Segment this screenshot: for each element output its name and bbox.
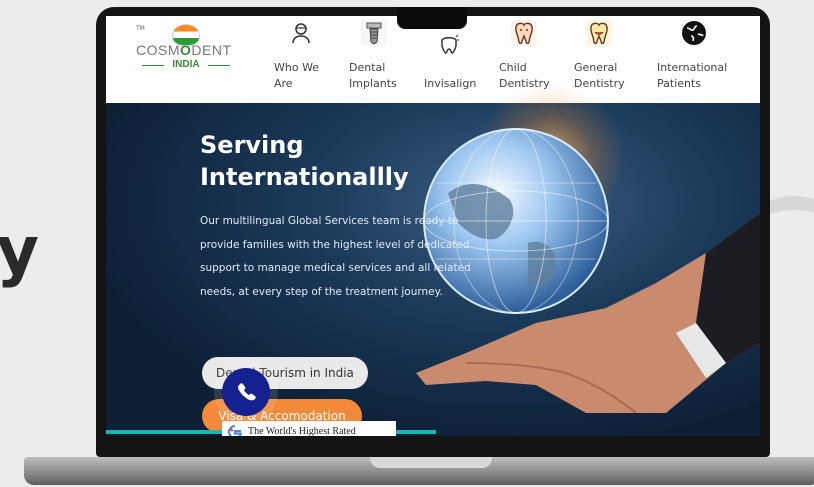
- child-tooth-icon: [511, 20, 537, 46]
- google-review-badge[interactable]: The World's Highest Rated: [222, 421, 396, 436]
- nav-dental-implants[interactable]: Dental Implants: [347, 16, 407, 103]
- dental-implant-icon: [361, 20, 387, 46]
- logo-wordmark: COSMODENT: [136, 42, 232, 58]
- smiling-tooth-icon: [586, 20, 612, 46]
- nav-label: Dental Implants: [349, 61, 397, 90]
- nav-label: General Dentistry: [574, 61, 625, 90]
- camera-notch: [397, 7, 467, 29]
- laptop-opening-lip: [370, 457, 492, 468]
- cosmodent-logo[interactable]: TM COSMODENT INDIA: [136, 23, 236, 75]
- nav-label: International Patients: [657, 61, 728, 90]
- nav-label: Who We Are: [274, 61, 320, 90]
- nav-label: Invisalign: [424, 77, 477, 90]
- invisalign-icon: [436, 32, 462, 58]
- nav-invisalign[interactable]: Invisalign: [422, 16, 482, 103]
- laptop-screen: TM COSMODENT INDIA Who We Are Dental Imp…: [106, 16, 760, 436]
- dentist-icon: [288, 20, 314, 46]
- review-text: The World's Highest Rated: [248, 426, 356, 436]
- logo-india: INDIA: [142, 59, 230, 70]
- hero-banner: Serving Internationallly Our multilingua…: [106, 83, 760, 436]
- site-navbar: TM COSMODENT INDIA Who We Are Dental Imp…: [106, 16, 760, 103]
- logo-tm: TM: [136, 25, 145, 32]
- nav-who-we-are[interactable]: Who We Are: [272, 16, 332, 103]
- globe-icon: [681, 20, 707, 46]
- nav-international-patients[interactable]: International Patients: [655, 16, 739, 103]
- phone-icon: [238, 383, 256, 401]
- google-icon: [228, 425, 242, 436]
- background-letter-fragment: y: [0, 212, 40, 289]
- hero-description: Our multilingual Global Services team is…: [200, 215, 471, 298]
- hero-title: Serving Internationallly: [200, 131, 409, 191]
- call-button[interactable]: [222, 368, 270, 416]
